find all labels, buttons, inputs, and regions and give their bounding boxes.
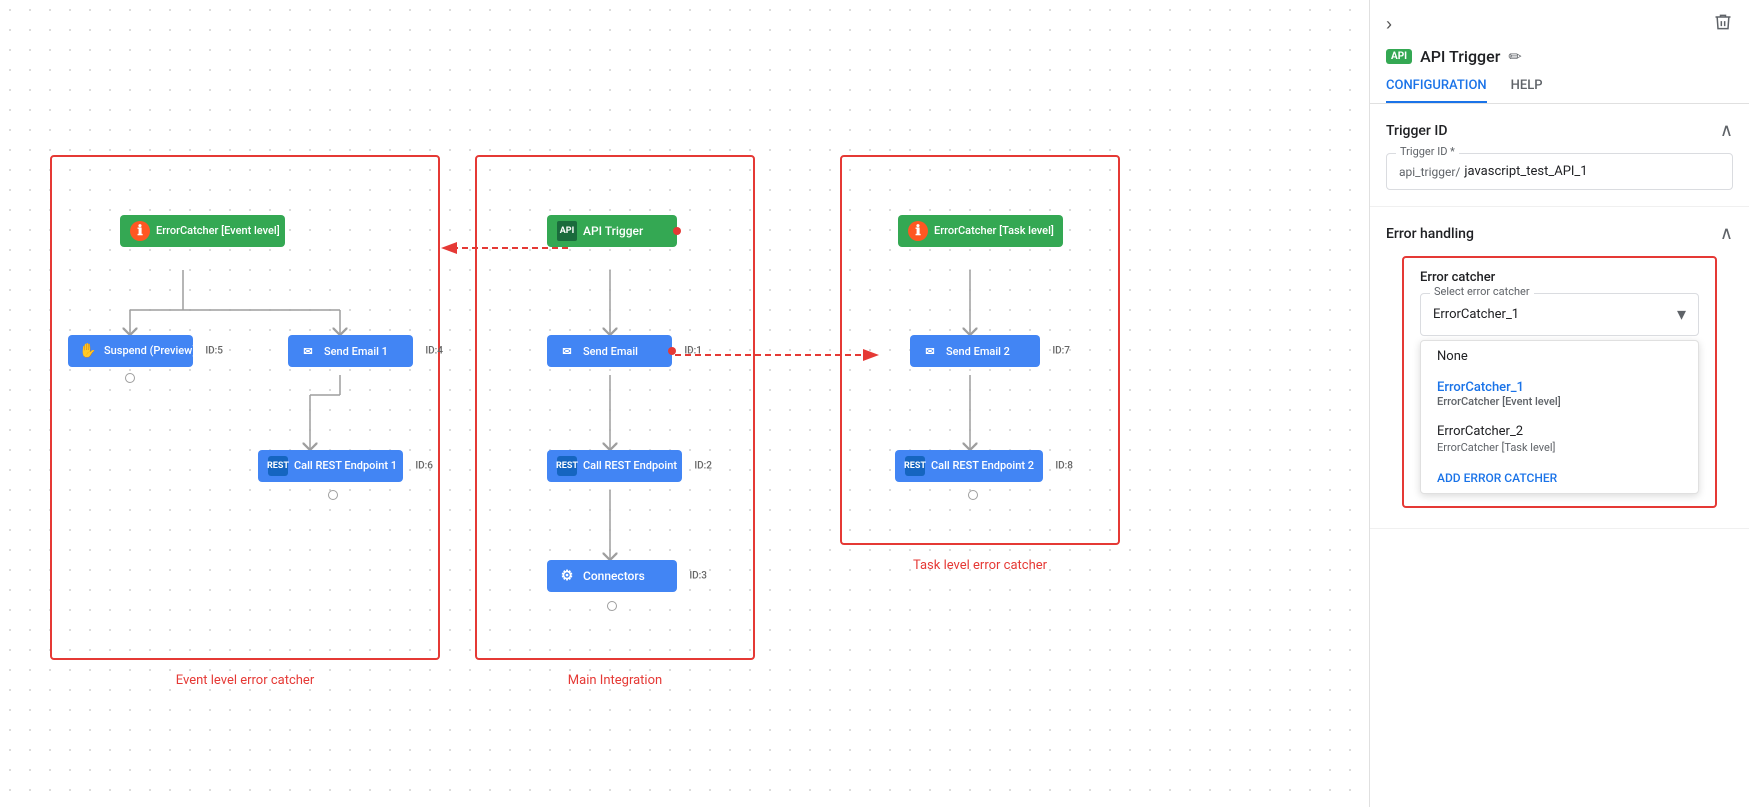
node-event-catcher[interactable]: ℹ ErrorCatcher [Event level]: [120, 215, 285, 247]
tab-help[interactable]: HELP: [1511, 78, 1543, 103]
dropdown-ec1[interactable]: ErrorCatcher_1 ErrorCatcher [Event level…: [1421, 372, 1698, 416]
panel-top-row: ›: [1386, 12, 1733, 37]
email-icon: ✉: [557, 341, 577, 361]
node-send-email-2[interactable]: ✉ Send Email 2 ID:7: [910, 335, 1040, 367]
event-box-label: Event level error catcher: [176, 673, 314, 688]
select-label: Select error catcher: [1430, 285, 1534, 298]
tab-configuration[interactable]: CONFIGURATION: [1386, 78, 1487, 103]
trigger-id-section: Trigger ID ∧ Trigger ID * api_trigger/ j…: [1370, 104, 1749, 207]
api-dot: [673, 227, 681, 235]
panel-header: › API API Trigger ✏ CONFIGURATION HELP: [1370, 0, 1749, 104]
trigger-id-header: Trigger ID ∧: [1386, 120, 1733, 141]
trigger-id-prefix: api_trigger/: [1399, 165, 1460, 179]
error-handling-toggle[interactable]: ∧: [1720, 223, 1733, 244]
collapse-button[interactable]: ›: [1386, 14, 1392, 35]
trigger-id-label: Trigger ID *: [1396, 145, 1459, 158]
error-icon-task: ℹ: [908, 221, 928, 241]
email1-icon: ✉: [298, 341, 318, 361]
right-panel: › API API Trigger ✏ CONFIGURATION HELP T…: [1369, 0, 1749, 807]
error-catcher-title: Error catcher: [1420, 270, 1699, 285]
rest1-icon: REST: [268, 456, 288, 476]
connector-suspend: [125, 373, 135, 383]
api-icon: API: [557, 221, 577, 241]
node-call-rest[interactable]: REST Call REST Endpoint ID:2: [547, 450, 682, 482]
connector-rest1: [328, 490, 338, 500]
error-icon-event: ℹ: [130, 221, 150, 241]
trigger-id-title: Trigger ID: [1386, 123, 1447, 139]
email-dot: [668, 347, 676, 355]
panel-title: API Trigger: [1420, 47, 1500, 66]
dropdown-menu: None ErrorCatcher_1 ErrorCatcher [Event …: [1420, 340, 1699, 494]
dropdown-none[interactable]: None: [1421, 341, 1698, 372]
trigger-id-field: Trigger ID * api_trigger/ javascript_tes…: [1386, 153, 1733, 190]
api-badge: API: [1386, 49, 1412, 64]
select-box[interactable]: ErrorCatcher_1 ▾: [1420, 293, 1699, 336]
task-box-label: Task level error catcher: [913, 558, 1047, 573]
trigger-id-toggle[interactable]: ∧: [1720, 120, 1733, 141]
node-call-rest-1[interactable]: REST Call REST Endpoint 1 ID:6: [258, 450, 403, 482]
email2-icon: ✉: [920, 341, 940, 361]
node-send-email-1[interactable]: ✉ Send Email 1 ID:4: [288, 335, 413, 367]
trash-icon: [1713, 12, 1733, 32]
panel-tabs: CONFIGURATION HELP: [1386, 78, 1733, 103]
node-api-trigger[interactable]: API API Trigger: [547, 215, 677, 247]
node-connectors[interactable]: ⚙ Connectors ID:3: [547, 560, 677, 592]
edit-icon[interactable]: ✏: [1508, 47, 1521, 66]
error-handling-title: Error handling: [1386, 226, 1474, 242]
error-catcher-box: Error catcher Select error catcher Error…: [1402, 256, 1717, 508]
rest-icon: REST: [557, 456, 577, 476]
suspend-icon: ✋: [78, 341, 98, 361]
canvas-area: Event level error catcher Main Integrati…: [0, 0, 1369, 807]
select-field: Select error catcher ErrorCatcher_1 ▾: [1420, 293, 1699, 336]
node-suspend[interactable]: ✋ Suspend (Preview) ID:5: [68, 335, 193, 367]
panel-content: Trigger ID ∧ Trigger ID * api_trigger/ j…: [1370, 104, 1749, 807]
connector-connectors: [607, 601, 617, 611]
connector-rest2: [968, 490, 978, 500]
trigger-id-value: javascript_test_API_1: [1464, 164, 1587, 179]
selected-value: ErrorCatcher_1: [1433, 307, 1519, 322]
delete-button[interactable]: [1713, 12, 1733, 37]
node-task-catcher[interactable]: ℹ ErrorCatcher [Task level]: [898, 215, 1063, 247]
error-handling-header: Error handling ∧: [1386, 223, 1733, 244]
dropdown-ec2[interactable]: ErrorCatcher_2 ErrorCatcher [Task level]: [1421, 416, 1698, 463]
trigger-id-input[interactable]: api_trigger/ javascript_test_API_1: [1386, 153, 1733, 190]
connectors-icon: ⚙: [557, 566, 577, 586]
node-call-rest-2[interactable]: REST Call REST Endpoint 2 ID:8: [895, 450, 1043, 482]
add-error-catcher-link[interactable]: ADD ERROR CATCHER: [1421, 463, 1698, 493]
panel-title-row: API API Trigger ✏: [1386, 47, 1733, 66]
rest2-icon: REST: [905, 456, 925, 476]
error-handling-section: Error handling ∧ Error catcher Select er…: [1370, 207, 1749, 529]
dropdown-arrow-icon: ▾: [1677, 304, 1686, 325]
main-box-label: Main Integration: [568, 673, 662, 688]
node-send-email[interactable]: ✉ Send Email ID:1: [547, 335, 672, 367]
